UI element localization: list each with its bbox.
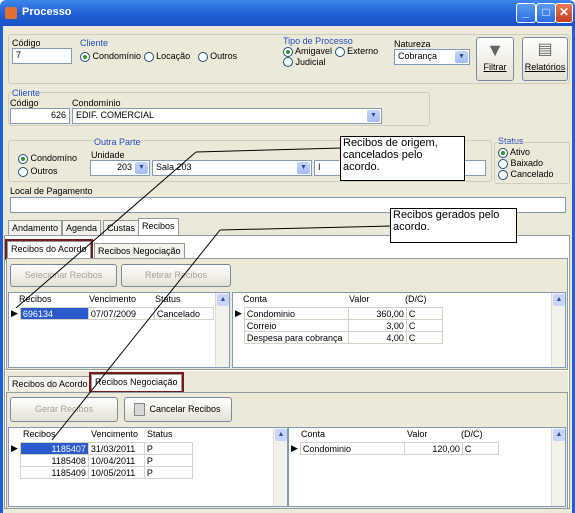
callout-line-origem-1 [195, 147, 343, 153]
callout-line-origem-2 [15, 151, 197, 309]
callout-recibos-origem: Recibos de origem, cancelados pelo acord… [340, 136, 465, 181]
callout-recibos-gerados: Recibos gerados pelo acordo. [390, 208, 517, 243]
callout-line-gerados-1 [219, 225, 393, 231]
callout-line-gerados-2 [51, 229, 221, 441]
annotation-lines [15, 147, 393, 441]
